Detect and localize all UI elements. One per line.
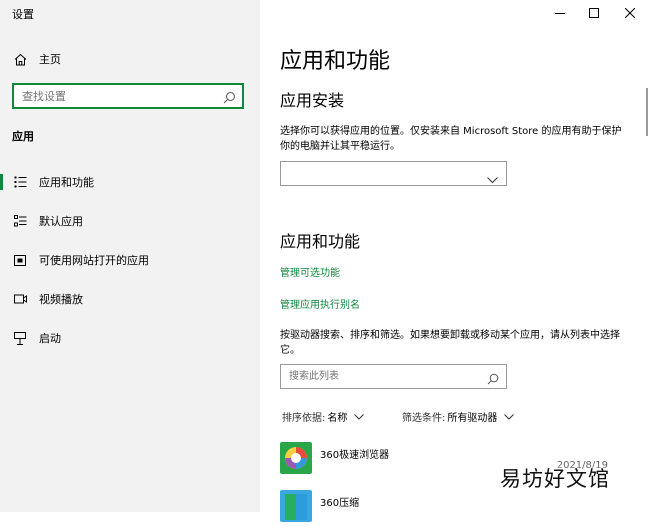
window-title: 设置	[12, 8, 34, 21]
apps-heading: 应用和功能	[280, 232, 361, 251]
video-icon	[13, 292, 27, 306]
minimize-button[interactable]	[542, 0, 578, 26]
browser-app-icon	[280, 442, 312, 474]
sidebar-item-video[interactable]: 视频播放	[0, 284, 260, 314]
website-app-icon	[13, 253, 27, 267]
sidebar-item-home[interactable]: 主页	[0, 44, 260, 74]
sidebar-item-label: 应用和功能	[39, 176, 94, 189]
app-list-search-box[interactable]	[280, 364, 507, 389]
sort-dropdown[interactable]: 排序依据: 名称	[282, 409, 365, 424]
active-indicator	[0, 174, 3, 190]
app-list-item[interactable]: 360压缩	[280, 490, 630, 530]
watermark: 易坊好文馆	[500, 467, 610, 491]
sidebar-item-label: 可使用网站打开的应用	[39, 254, 149, 267]
chevron-down-icon	[487, 169, 498, 188]
filter-value: 所有驱动器	[447, 413, 498, 424]
close-button[interactable]	[612, 0, 648, 26]
manage-optional-features-link[interactable]: 管理可选功能	[280, 264, 340, 279]
search-icon[interactable]	[487, 370, 499, 389]
sidebar: 设置 主页 应用 应用和功能 默认应用 可使用网站打开的应用	[0, 0, 260, 512]
maximize-icon	[589, 8, 599, 18]
sidebar-item-label: 视频播放	[39, 293, 83, 306]
main-content: 应用和功能 应用安装 选择你可以获得应用的位置。仅安装来自 Microsoft …	[260, 0, 650, 522]
list-icon	[13, 175, 27, 189]
home-icon	[13, 52, 27, 66]
search-description: 按驱动器搜索、排序和筛选。如果想要卸载或移动某个应用，请从列表中选择它。	[280, 330, 620, 356]
settings-search-input[interactable]	[22, 88, 212, 104]
sort-value: 名称	[327, 413, 348, 424]
filter-label: 筛选条件:	[402, 413, 446, 424]
sidebar-item-website-apps[interactable]: 可使用网站打开的应用	[0, 245, 260, 275]
install-description: 选择你可以获得应用的位置。仅安装来自 Microsoft Store 的应用有助…	[280, 126, 622, 152]
manage-app-alias-link[interactable]: 管理应用执行别名	[280, 296, 360, 311]
minimize-icon	[555, 13, 565, 14]
install-source-dropdown[interactable]	[280, 161, 507, 186]
app-name: 360压缩	[320, 498, 360, 509]
archive-app-icon	[280, 490, 312, 522]
sidebar-item-label: 默认应用	[39, 215, 83, 228]
default-apps-icon	[13, 214, 27, 228]
app-name: 360极速浏览器	[320, 450, 390, 461]
scrollbar[interactable]	[646, 88, 648, 136]
sidebar-item-apps-features[interactable]: 应用和功能	[0, 167, 260, 197]
sidebar-item-label: 启动	[39, 332, 61, 345]
install-heading: 应用安装	[280, 91, 345, 110]
chevron-down-icon	[354, 413, 365, 420]
close-icon	[625, 8, 635, 18]
chevron-down-icon	[504, 413, 515, 420]
settings-search-box[interactable]	[12, 83, 244, 109]
search-icon[interactable]	[223, 89, 236, 108]
page-title: 应用和功能	[280, 49, 391, 74]
sort-label: 排序依据:	[282, 413, 326, 424]
sidebar-item-startup[interactable]: 启动	[0, 323, 260, 353]
sidebar-item-default-apps[interactable]: 默认应用	[0, 206, 260, 236]
startup-icon	[13, 331, 27, 345]
filter-dropdown[interactable]: 筛选条件: 所有驱动器	[402, 409, 515, 424]
maximize-button[interactable]	[576, 0, 612, 26]
app-search-input[interactable]	[289, 369, 469, 384]
sidebar-item-label: 主页	[39, 53, 61, 66]
section-label: 应用	[12, 130, 34, 143]
